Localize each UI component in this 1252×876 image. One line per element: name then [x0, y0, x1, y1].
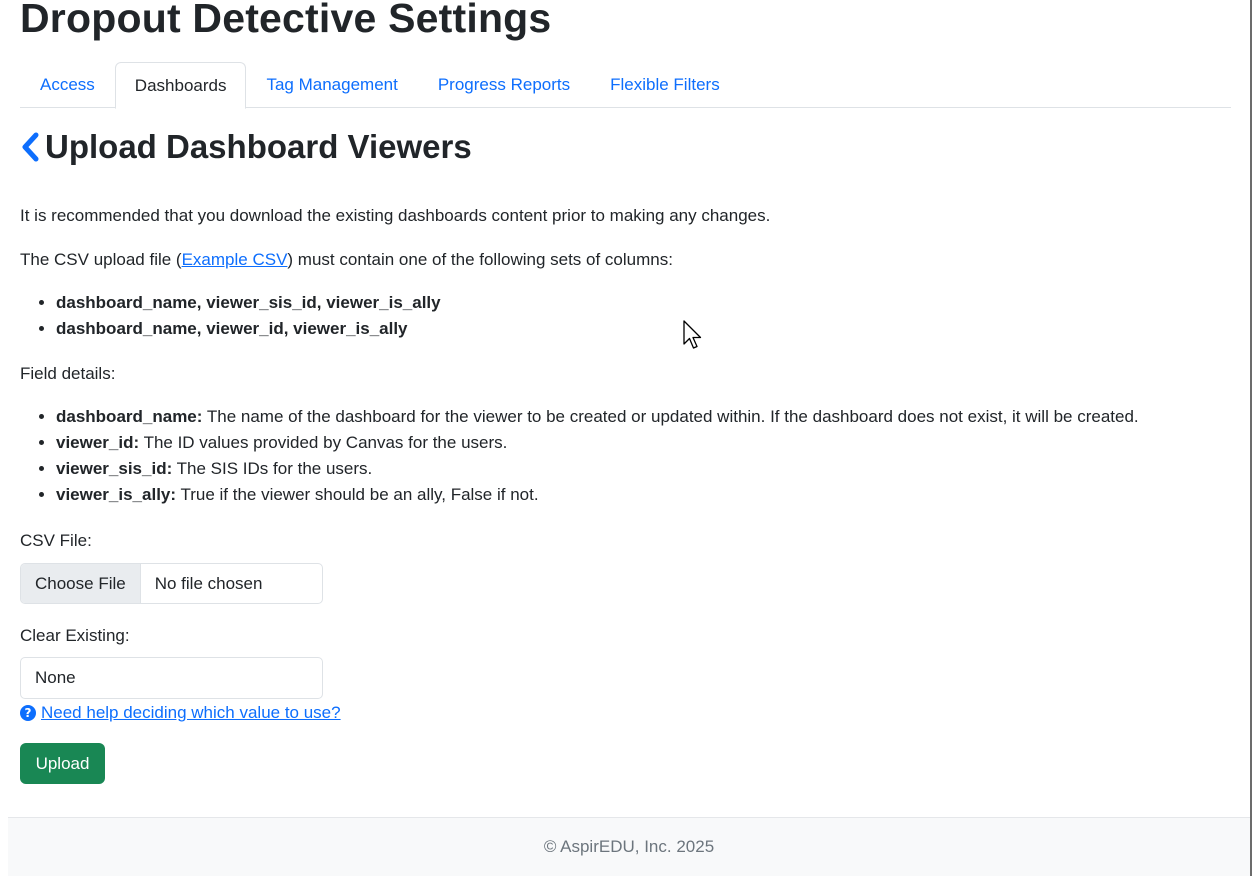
list-item: dashboard_name: The name of the dashboar…: [56, 404, 1139, 430]
footer-text: © AspirEDU, Inc. 2025: [543, 837, 715, 856]
help-link[interactable]: ? Need help deciding which value to use?: [20, 701, 341, 725]
list-item: viewer_id: The ID values provided by Can…: [56, 430, 1139, 456]
chevron-left-icon[interactable]: [20, 132, 42, 162]
csv-intro-text: The CSV upload file (Example CSV) must c…: [20, 248, 673, 272]
page-heading-text: Upload Dashboard Viewers: [45, 128, 472, 165]
list-item: viewer_is_ally: True if the viewer shoul…: [56, 482, 1139, 508]
column-sets-list: dashboard_name, viewer_sis_id, viewer_is…: [20, 290, 441, 342]
field-details-label: Field details:: [20, 364, 116, 383]
column-set: dashboard_name, viewer_sis_id, viewer_is…: [56, 293, 441, 312]
field-name: dashboard_name:: [56, 407, 203, 426]
tab-tag-management[interactable]: Tag Management: [246, 62, 417, 108]
page-heading: Upload Dashboard Viewers: [20, 125, 472, 169]
csv-file-label: CSV File:: [20, 531, 92, 550]
csv-intro-before: The CSV upload file (: [20, 250, 182, 269]
field-desc: True if the viewer should be an ally, Fa…: [176, 485, 539, 504]
upload-button[interactable]: Upload: [20, 743, 105, 784]
example-csv-link[interactable]: Example CSV: [182, 250, 288, 269]
column-set: dashboard_name, viewer_id, viewer_is_all…: [56, 319, 408, 338]
help-link-text[interactable]: Need help deciding which value to use?: [41, 701, 341, 725]
recommendation-text: It is recommended that you download the …: [20, 206, 771, 225]
file-status: No file chosen: [154, 573, 263, 593]
field-name: viewer_is_ally:: [56, 485, 177, 504]
clear-existing-label: Clear Existing:: [20, 626, 130, 645]
field-desc: The ID values provided by Canvas for the…: [139, 433, 508, 452]
settings-tabs: Access Dashboards Tag Management Progres…: [20, 62, 1231, 109]
question-circle-icon: ?: [20, 705, 36, 721]
field-details-list: dashboard_name: The name of the dashboar…: [20, 404, 1139, 508]
list-item: dashboard_name, viewer_id, viewer_is_all…: [56, 316, 441, 342]
field-desc: The name of the dashboard for the viewer…: [202, 407, 1139, 426]
list-item: viewer_sis_id: The SIS IDs for the users…: [56, 456, 1139, 482]
tab-progress-reports[interactable]: Progress Reports: [418, 62, 590, 108]
app-title: Dropout Detective Settings: [20, 0, 552, 41]
choose-file-button[interactable]: Choose File: [21, 564, 141, 603]
tab-flexible-filters[interactable]: Flexible Filters: [590, 62, 740, 108]
field-name: viewer_sis_id:: [56, 459, 173, 478]
mouse-cursor-icon: [683, 320, 702, 349]
page-footer: © AspirEDU, Inc. 2025: [8, 817, 1250, 876]
clear-existing-value: None: [35, 668, 76, 687]
csv-file-input[interactable]: Choose File No file chosen: [20, 563, 323, 604]
field-name: viewer_id:: [56, 433, 140, 452]
field-desc: The SIS IDs for the users.: [172, 459, 373, 478]
tab-access[interactable]: Access: [20, 62, 115, 108]
list-item: dashboard_name, viewer_sis_id, viewer_is…: [56, 290, 441, 316]
csv-intro-after: ) must contain one of the following sets…: [287, 250, 673, 269]
clear-existing-select[interactable]: None: [20, 657, 323, 699]
tab-dashboards[interactable]: Dashboards: [114, 62, 247, 109]
